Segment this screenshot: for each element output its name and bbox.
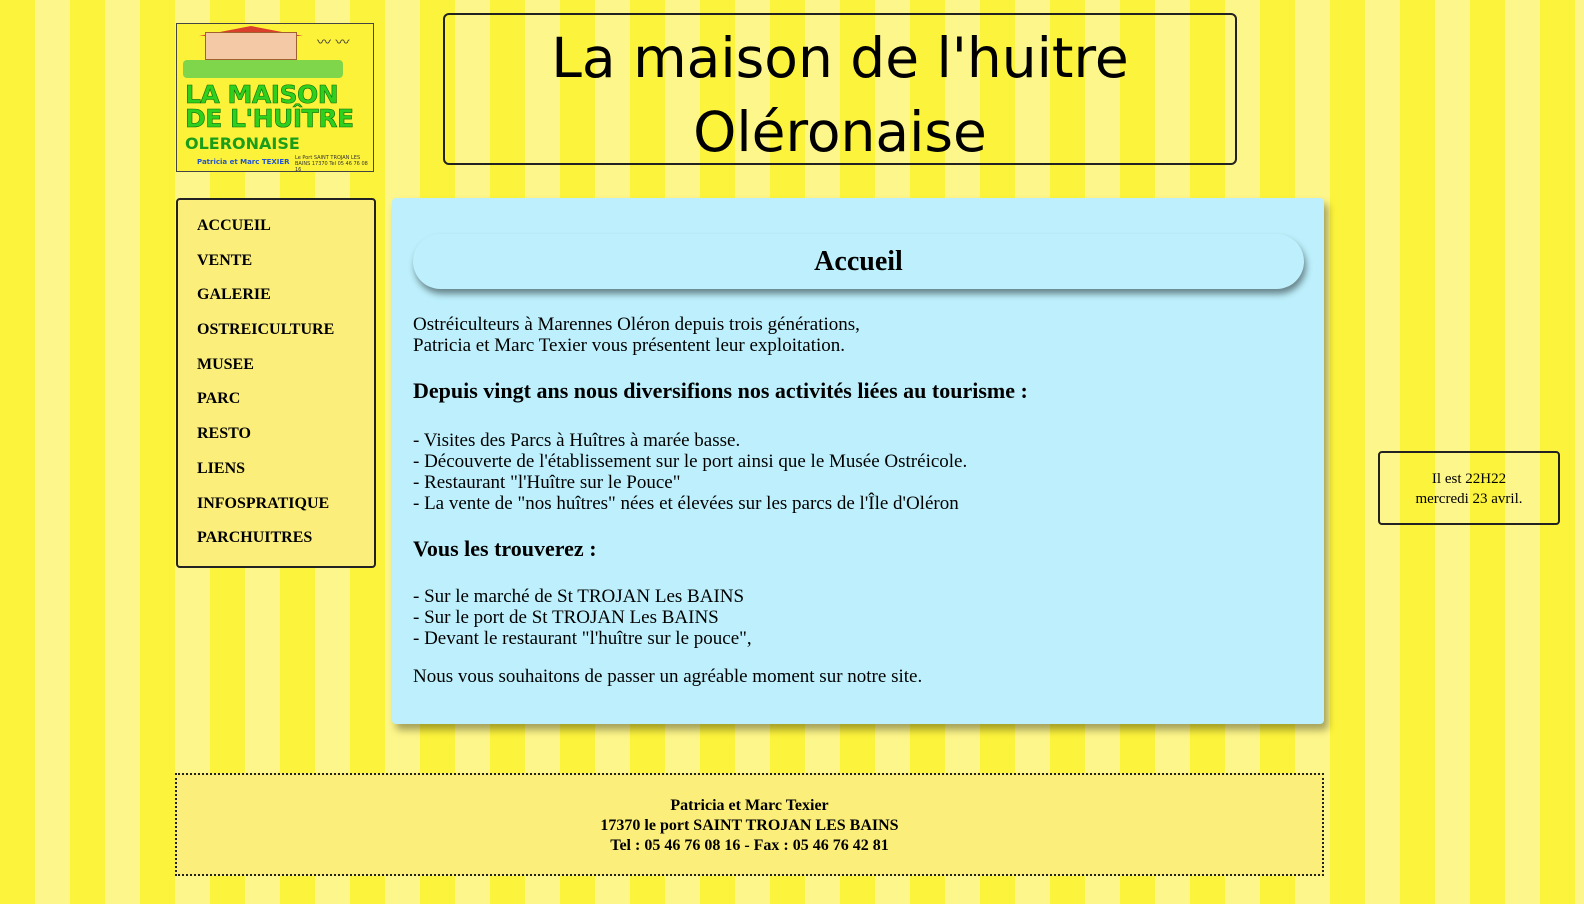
location-item: - Sur le port de St TROJAN Les BAINS xyxy=(413,607,719,628)
nav-item-accueil[interactable]: ACCUEIL xyxy=(178,215,374,250)
logo-address: Le Port SAINT TROJAN LES BAINS 17370 Tel… xyxy=(295,155,368,172)
site-title-line2: Oléronaise xyxy=(693,100,987,164)
nav-item-ostreiculture[interactable]: OSTREICULTURE xyxy=(178,319,374,354)
footer-contact: Tel : 05 46 76 08 16 - Fax : 05 46 76 42… xyxy=(610,837,889,854)
activity-item: - Découverte de l'établissement sur le p… xyxy=(413,451,968,472)
nav-item-vente[interactable]: VENTE xyxy=(178,250,374,285)
footer-address: 17370 le port SAINT TROJAN LES BAINS xyxy=(600,817,899,834)
page-heading: Accueil xyxy=(413,234,1304,289)
logo-owners: Patricia et Marc TEXIER xyxy=(197,158,290,166)
logo-text-line3: OLERONAISE xyxy=(185,134,300,153)
nav-item-musee[interactable]: MUSEE xyxy=(178,354,374,389)
site-title-line1: La maison de l'huitre xyxy=(551,26,1129,90)
intro-line: Ostréiculteurs à Marennes Oléron depuis … xyxy=(413,314,860,335)
clock-widget: Il est 22H22 mercredi 23 avril. xyxy=(1378,451,1560,525)
nav-item-galerie[interactable]: GALERIE xyxy=(178,284,374,319)
footer-owners: Patricia et Marc Texier xyxy=(670,797,829,814)
section-title-activities: Depuis vingt ans nous diversifions nos a… xyxy=(413,378,1028,403)
section-title-locations: Vous les trouverez : xyxy=(413,536,597,561)
location-item: - Sur le marché de St TROJAN Les BAINS xyxy=(413,586,745,607)
logo-text-line2: DE L'HUÎTRE xyxy=(185,104,355,133)
activity-item: - Visites des Parcs à Huîtres à marée ba… xyxy=(413,430,741,451)
activity-item: - La vente de "nos huîtres" nées et élev… xyxy=(413,493,959,514)
nav-item-resto[interactable]: RESTO xyxy=(178,423,374,458)
site-title-box: La maison de l'huitre Oléronaise xyxy=(443,13,1237,165)
activity-item: - Restaurant "l'Huître sur le Pouce" xyxy=(413,472,681,493)
logo-house xyxy=(205,32,297,60)
clock-time: Il est 22H22 xyxy=(1431,471,1507,487)
content-panel: Accueil Ostréiculteurs à Marennes Oléron… xyxy=(392,198,1324,724)
nav-item-infospratique[interactable]: INFOSPRATIQUE xyxy=(178,493,374,528)
nav-item-parc[interactable]: PARC xyxy=(178,388,374,423)
nav-item-parchuitres[interactable]: PARCHUITRES xyxy=(178,527,374,562)
intro-line: Patricia et Marc Texier vous présentent … xyxy=(413,335,846,356)
logo-marsh xyxy=(183,60,343,78)
clock-date: mercredi 23 avril. xyxy=(1415,491,1523,507)
closing-text: Nous vous souhaitons de passer un agréab… xyxy=(413,666,923,687)
site-logo[interactable]: 〰 〰 LA MAISON DE L'HUÎTRE OLERONAISE Pat… xyxy=(176,23,374,172)
nav-item-liens[interactable]: LIENS xyxy=(178,458,374,493)
logo-birds-icon: 〰 〰 xyxy=(317,35,350,51)
main-nav: ACCUEIL VENTE GALERIE OSTREICULTURE MUSE… xyxy=(176,198,376,568)
location-item: - Devant le restaurant "l'huître sur le … xyxy=(413,628,752,649)
footer: Patricia et Marc Texier 17370 le port SA… xyxy=(175,773,1324,876)
